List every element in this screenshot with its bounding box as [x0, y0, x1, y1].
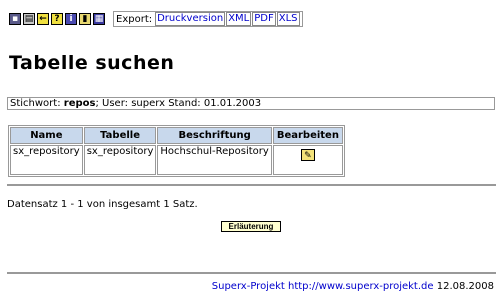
cell-tabelle: sx_repository: [83, 145, 157, 175]
divider: [7, 272, 496, 274]
table-row: sx_repository sx_repository Hochschul-Re…: [10, 145, 343, 175]
stichwort-value: repos: [63, 98, 96, 109]
stichwort-label: Stichwort:: [10, 98, 61, 109]
save-icon[interactable]: ▪: [9, 13, 21, 25]
erlaeuterung-button[interactable]: Erläuterung: [221, 221, 281, 232]
info-bar: Stichwort: repos; User: superx Stand: 01…: [7, 97, 495, 110]
column-header-beschriftung: Beschriftung: [157, 127, 272, 144]
footer-date: 12.08.2008: [436, 281, 494, 292]
document-icon[interactable]: ▮: [79, 13, 91, 25]
stand-text: Stand: 01.01.2003: [168, 98, 262, 109]
info-icon[interactable]: i: [65, 13, 77, 25]
divider: [7, 184, 496, 186]
column-header-bearbeiten: Bearbeiten: [272, 127, 343, 144]
column-header-name: Name: [10, 127, 83, 144]
export-xml-link[interactable]: XML: [226, 12, 252, 26]
cell-bearbeiten: ✎: [272, 145, 343, 175]
export-box: Export: Druckversion XML PDF XLS: [113, 11, 303, 27]
export-xls-link[interactable]: XLS: [276, 12, 300, 26]
toolbar: ▪ ▤ ← ? i ▮ ▦ Export: Druckversion XML P…: [9, 9, 303, 29]
column-header-tabelle: Tabelle: [83, 127, 157, 144]
print-icon[interactable]: ▤: [23, 13, 35, 25]
table-header-row: Name Tabelle Beschriftung Bearbeiten: [10, 127, 343, 144]
user-text: ; User: superx: [95, 98, 166, 109]
export-druckversion-link[interactable]: Druckversion: [155, 12, 226, 26]
help-icon[interactable]: ?: [51, 13, 63, 25]
table-icon[interactable]: ▦: [93, 13, 105, 25]
export-pdf-link[interactable]: PDF: [252, 12, 276, 26]
footer: Superx-Projekt http://www.superx-projekt…: [212, 281, 494, 292]
results-table: Name Tabelle Beschriftung Bearbeiten sx_…: [8, 125, 345, 177]
cell-beschriftung: Hochschul-Repository: [157, 145, 272, 175]
cell-name: sx_repository: [10, 145, 83, 175]
page-title: Tabelle suchen: [9, 52, 175, 74]
record-count: Datensatz 1 - 1 von insgesamt 1 Satz.: [7, 199, 198, 210]
edit-pencil-icon[interactable]: ✎: [300, 149, 315, 161]
export-label: Export:: [116, 13, 153, 25]
footer-link[interactable]: Superx-Projekt http://www.superx-projekt…: [212, 281, 434, 292]
back-icon[interactable]: ←: [37, 13, 49, 25]
